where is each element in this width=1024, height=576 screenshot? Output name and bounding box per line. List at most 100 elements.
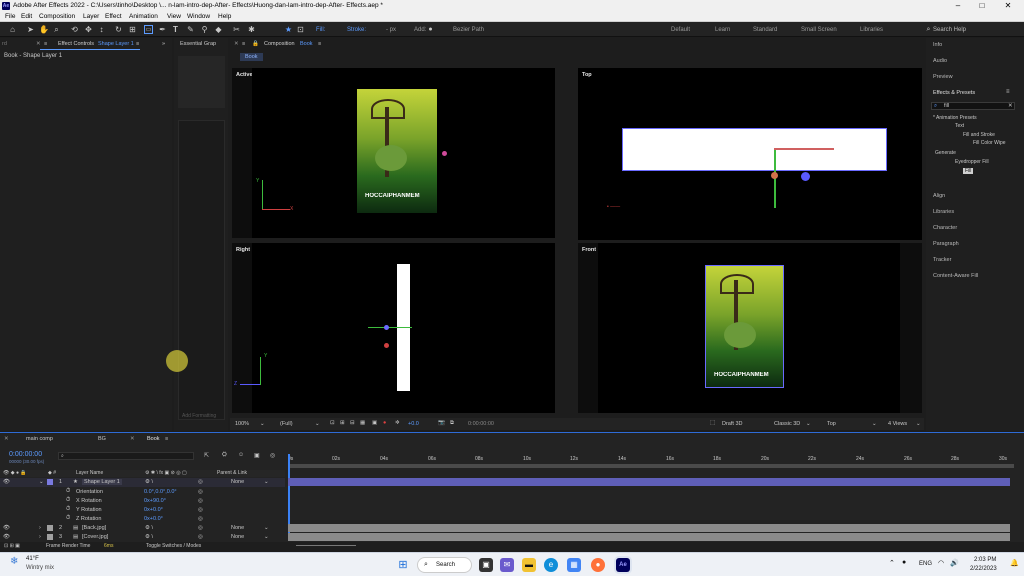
add-menu-icon[interactable]: ● [426,25,435,34]
tracker-panel-tab[interactable]: Tracker [933,257,951,263]
expand-icon[interactable]: » [162,41,165,47]
clock-time[interactable]: 2:03 PM [974,557,996,563]
motion-blur-icon[interactable]: ◎ [270,452,275,459]
view-layout-select[interactable]: 4 Views [888,421,907,427]
parent-select[interactable]: None [231,479,244,485]
workspace-learn[interactable]: Learn [715,27,730,33]
paragraph-panel-tab[interactable]: Paragraph [933,241,959,247]
workspace-default[interactable]: Default [671,27,690,33]
effects-presets-title[interactable]: Effects & Presets [933,90,975,96]
eye-icon[interactable]: 👁 [3,525,10,531]
puppet-tool-icon[interactable]: ✱ [247,25,256,34]
search-help-icon[interactable]: ⌕ [924,25,933,34]
menu-window[interactable]: Window [187,13,210,20]
weather-icon[interactable]: ❄ [10,556,18,567]
zoom-tool-icon[interactable]: ⌕ [52,25,61,34]
frame-blending-icon[interactable]: ▣ [254,452,260,459]
star-icon[interactable]: ★ [284,25,293,34]
minimize-icon[interactable]: – [948,1,968,10]
rectangle-tool-icon[interactable]: ▭ [144,25,153,34]
resolution-select[interactable]: (Full) [280,421,293,427]
work-area-bar[interactable] [288,464,1014,468]
firefox-icon[interactable]: ● [591,558,605,572]
channel-icon[interactable]: ▣ [372,420,377,426]
store-icon[interactable]: ▦ [567,558,581,572]
add-formatting-label[interactable]: Add Formatting [182,413,216,419]
prop-orientation-value[interactable]: 0.0°,0.0°,0.0° [144,489,177,495]
close-icon[interactable]: ✕ [998,1,1018,10]
weather-temp[interactable]: 41°F [26,556,39,562]
tree-item-generate[interactable]: Generate [935,150,956,156]
current-timecode[interactable]: 0:00:00:00 [9,451,42,458]
menu-effect[interactable]: Effect [105,13,122,20]
parent-select[interactable]: None [231,534,244,540]
viewer-top[interactable]: Top • —— [578,68,922,240]
tree-item-fill[interactable]: Fill [963,168,974,174]
viewer-active-camera[interactable]: Active Camera (Default) HOCCAIPHANMEM Y … [232,68,555,238]
mask-icon[interactable]: ⊟ [350,420,355,426]
color-icon[interactable]: ● [383,420,386,426]
menu-animation[interactable]: Animation [129,13,158,20]
clock-date[interactable]: 2/22/2023 [970,566,997,572]
maximize-icon[interactable]: □ [972,1,992,10]
menu-edit[interactable]: Edit [21,13,32,20]
brush-tool-icon[interactable]: ✎ [186,25,195,34]
language-indicator[interactable]: ENG [919,561,932,567]
exposure-value[interactable]: +0.0 [408,421,419,427]
current-time-value[interactable]: 0:00:00:00 [468,421,494,427]
grid-snap-icon[interactable]: ⊡ [296,25,305,34]
info-panel-tab[interactable]: Info [933,42,942,48]
rotate-tool-icon[interactable]: ↻ [114,25,123,34]
weather-desc[interactable]: Wintry mix [26,565,54,571]
libraries-panel-tab[interactable]: Libraries [933,209,954,215]
notification-icon[interactable]: 🔔 [1010,559,1019,567]
content-aware-fill-panel-tab[interactable]: Content-Aware Fill [933,273,978,279]
transparency-grid-icon[interactable]: ⊞ [340,420,345,426]
tree-item-animation-presets[interactable]: * Animation Presets [933,115,977,121]
clone-stamp-tool-icon[interactable]: ⚲ [200,25,209,34]
type-tool-icon[interactable]: T [171,25,180,34]
menu-file[interactable]: File [5,13,15,20]
zoom-select[interactable]: 100% [235,421,249,427]
draft-3d-timeline-icon[interactable]: ⛭ [222,452,227,459]
pen-tool-icon[interactable]: ✒ [158,25,167,34]
shy-icon[interactable]: ☺ [238,452,244,458]
parent-link-header[interactable]: Parent & Link [217,470,247,476]
volume-icon[interactable]: 🔊 [950,559,959,567]
selection-tool-icon[interactable]: ➤ [26,25,35,34]
renderer-select[interactable]: Classic 3D [774,421,800,427]
pan-tool-icon[interactable]: ✥ [84,25,93,34]
task-view-icon[interactable]: ▣ [479,558,493,572]
parent-select[interactable]: None [231,525,244,531]
zoom-slider[interactable] [296,545,356,546]
effects-menu-icon[interactable]: ≡ [1006,89,1010,95]
tree-item-text[interactable]: Text [955,123,964,129]
workspace-libraries[interactable]: Libraries [860,27,883,33]
draft-3d-toggle[interactable]: Draft 3D [722,421,742,427]
menu-composition[interactable]: Composition [39,13,75,20]
menu-help[interactable]: Help [218,13,231,20]
composition-tab[interactable]: ✕ ≡ 🔒 Composition Book ≡ [230,40,630,50]
layer-row-2[interactable]: 👁 › 2 ▤ [Back.jpg] ⚙ \ ◎ None ⌄ [0,524,285,533]
viewer-front[interactable]: Front HOCCAIPHANMEM [578,243,922,413]
hand-tool-icon[interactable]: ✋ [39,25,49,34]
toggle-switches-modes[interactable]: Toggle Switches / Modes [146,543,201,549]
tray-app-icon[interactable]: ● [902,559,906,566]
roto-brush-tool-icon[interactable]: ✂ [232,25,241,34]
align-panel-tab[interactable]: Align [933,193,945,199]
comp-chip[interactable]: Book [240,53,263,61]
audio-panel-tab[interactable]: Audio [933,58,947,64]
layer-name-header[interactable]: Layer Name [76,470,103,476]
menu-layer[interactable]: Layer [83,13,99,20]
dolly-tool-icon[interactable]: ↕ [97,25,106,34]
layer-bar-3[interactable] [288,533,1010,541]
layer-bar-2[interactable] [288,524,1010,532]
taskbar-search[interactable]: ⌕ Search [417,557,472,573]
grid-icon[interactable]: ▦ [360,420,365,426]
eraser-tool-icon[interactable]: ◆ [214,25,223,34]
essential-graphics-tab[interactable]: Essential Grap [180,41,224,47]
preview-panel-tab[interactable]: Preview [933,74,953,80]
workspace-small-screen[interactable]: Small Screen [801,27,837,33]
menu-icon[interactable]: ≡ [44,41,47,47]
show-snapshot-icon[interactable]: ⧉ [450,420,454,427]
